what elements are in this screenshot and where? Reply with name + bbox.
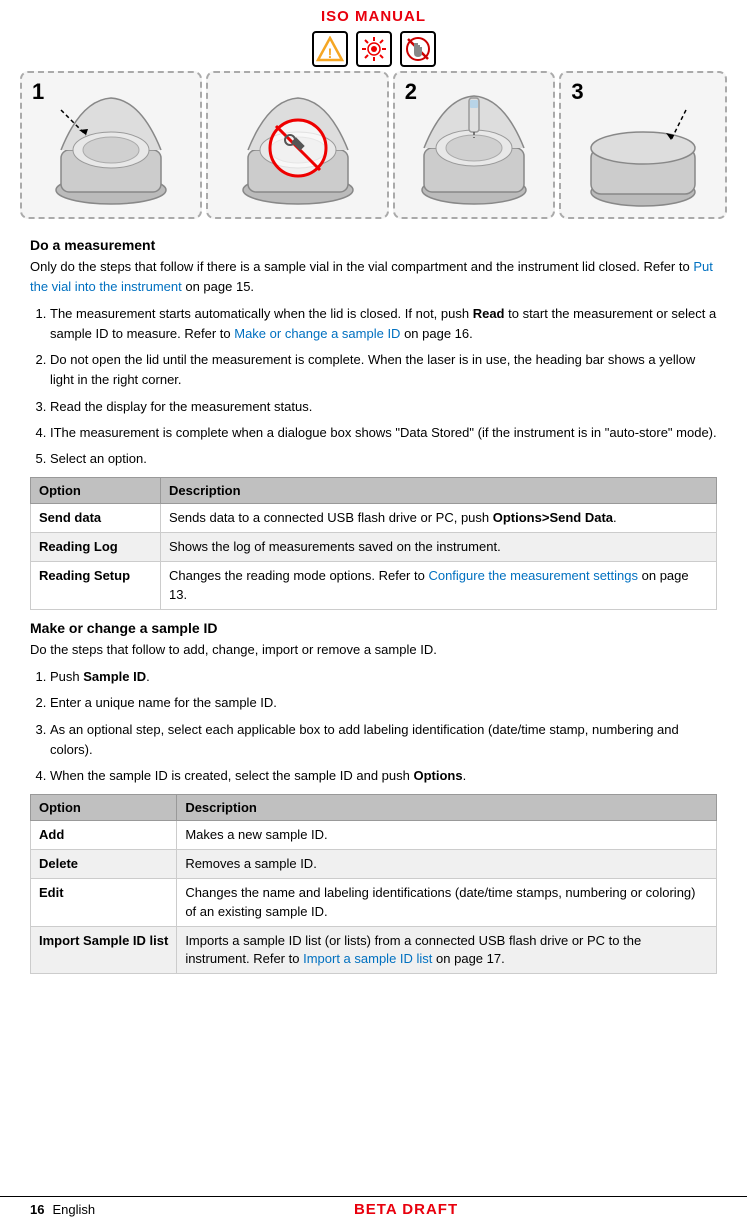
table-row: Delete Removes a sample ID. — [31, 850, 717, 879]
footer-draft-label: BETA DRAFT — [95, 1201, 717, 1218]
desc-reading-log: Shows the log of measurements saved on t… — [161, 533, 717, 562]
svg-text:!: ! — [327, 45, 332, 61]
desc-import-sample-id-list: Imports a sample ID list (or lists) from… — [177, 926, 717, 973]
section-make-change-sample-id: Make or change a sample ID Do the steps … — [30, 620, 717, 974]
desc-delete: Removes a sample ID. — [177, 850, 717, 879]
measurement-step-2: Do not open the lid until the measuremen… — [50, 350, 717, 390]
option-reading-log: Reading Log — [31, 533, 161, 562]
measurement-step-4: IThe measurement is complete when a dial… — [50, 423, 717, 443]
option-delete: Delete — [31, 850, 177, 879]
measurement-step-3: Read the display for the measurement sta… — [50, 397, 717, 417]
table-row: Send data Sends data to a connected USB … — [31, 503, 717, 532]
link-import-sample-id-list[interactable]: Import a sample ID list — [303, 951, 432, 966]
sample-id-options-table-wrapper: Option Description Add Makes a new sampl… — [30, 794, 717, 974]
table-row: Import Sample ID list Imports a sample I… — [31, 926, 717, 973]
desc-add: Makes a new sample ID. — [177, 820, 717, 849]
table-row: Reading Setup Changes the reading mode o… — [31, 562, 717, 609]
option-send-data: Send data — [31, 503, 161, 532]
table-row: Add Makes a new sample ID. — [31, 820, 717, 849]
diagram-step-3: 3 — [559, 71, 727, 219]
section-title-sample-id: Make or change a sample ID — [30, 620, 717, 636]
option-import-sample-id-list: Import Sample ID list — [31, 926, 177, 973]
table-row: Edit Changes the name and labeling ident… — [31, 879, 717, 926]
option-reading-setup: Reading Setup — [31, 562, 161, 609]
diagram-images: 1 — [0, 71, 747, 219]
section-intro-sample-id: Do the steps that follow to add, change,… — [30, 640, 717, 660]
section-intro-do-measurement: Only do the steps that follow if there i… — [30, 257, 717, 296]
step-1-label: 1 — [32, 79, 44, 105]
col-header-description-2: Description — [177, 794, 717, 820]
footer: 16 English BETA DRAFT — [0, 1196, 747, 1222]
sample-id-steps-list: Push Sample ID. Enter a unique name for … — [30, 667, 717, 786]
diagram-step-2: 2 — [393, 71, 556, 219]
footer-language: English — [52, 1202, 95, 1217]
laser-warning-icon — [356, 31, 392, 67]
desc-edit: Changes the name and labeling identifica… — [177, 879, 717, 926]
diagram-step-1: 1 — [20, 71, 202, 219]
diagram-area: ! — [0, 31, 747, 219]
col-header-option-1: Option — [31, 477, 161, 503]
desc-send-data: Sends data to a connected USB flash driv… — [161, 503, 717, 532]
sample-id-step-2: Enter a unique name for the sample ID. — [50, 693, 717, 713]
warning-triangle-icon: ! — [312, 31, 348, 67]
step-3-label: 3 — [571, 79, 583, 105]
measurement-options-table-wrapper: Option Description Send data Sends data … — [30, 477, 717, 610]
sample-id-step-4: When the sample ID is created, select th… — [50, 766, 717, 786]
page-container: ISO MANUAL ! — [0, 0, 747, 1222]
measurement-options-table: Option Description Send data Sends data … — [30, 477, 717, 610]
link-configure-settings[interactable]: Configure the measurement settings — [428, 568, 638, 583]
option-add: Add — [31, 820, 177, 849]
section-title-do-measurement: Do a measurement — [30, 237, 717, 253]
intro-text-1: Only do the steps that follow if there i… — [30, 259, 693, 274]
warning-icons-row: ! — [0, 31, 747, 67]
content-area: Do a measurement Only do the steps that … — [0, 219, 747, 974]
measurement-steps-list: The measurement starts automatically whe… — [30, 304, 717, 469]
table-row: Reading Log Shows the log of measurement… — [31, 533, 717, 562]
measurement-step-5: Select an option. — [50, 449, 717, 469]
step-2-label: 2 — [405, 79, 417, 105]
footer-page-number: 16 — [30, 1202, 44, 1217]
sample-id-step-3: As an optional step, select each applica… — [50, 720, 717, 760]
col-header-option-2: Option — [31, 794, 177, 820]
header-title: ISO MANUAL — [0, 0, 747, 31]
col-header-description-1: Description — [161, 477, 717, 503]
measurement-step-1: The measurement starts automatically whe… — [50, 304, 717, 344]
link-make-change-sample[interactable]: Make or change a sample ID — [234, 326, 400, 341]
option-edit: Edit — [31, 879, 177, 926]
sample-id-step-1: Push Sample ID. — [50, 667, 717, 687]
intro-suffix-1: on page 15. — [182, 279, 254, 294]
glove-warning-icon — [400, 31, 436, 67]
sample-id-options-table: Option Description Add Makes a new sampl… — [30, 794, 717, 974]
diagram-step-1b — [206, 71, 388, 219]
section-do-measurement: Do a measurement Only do the steps that … — [30, 237, 717, 610]
desc-reading-setup: Changes the reading mode options. Refer … — [161, 562, 717, 609]
